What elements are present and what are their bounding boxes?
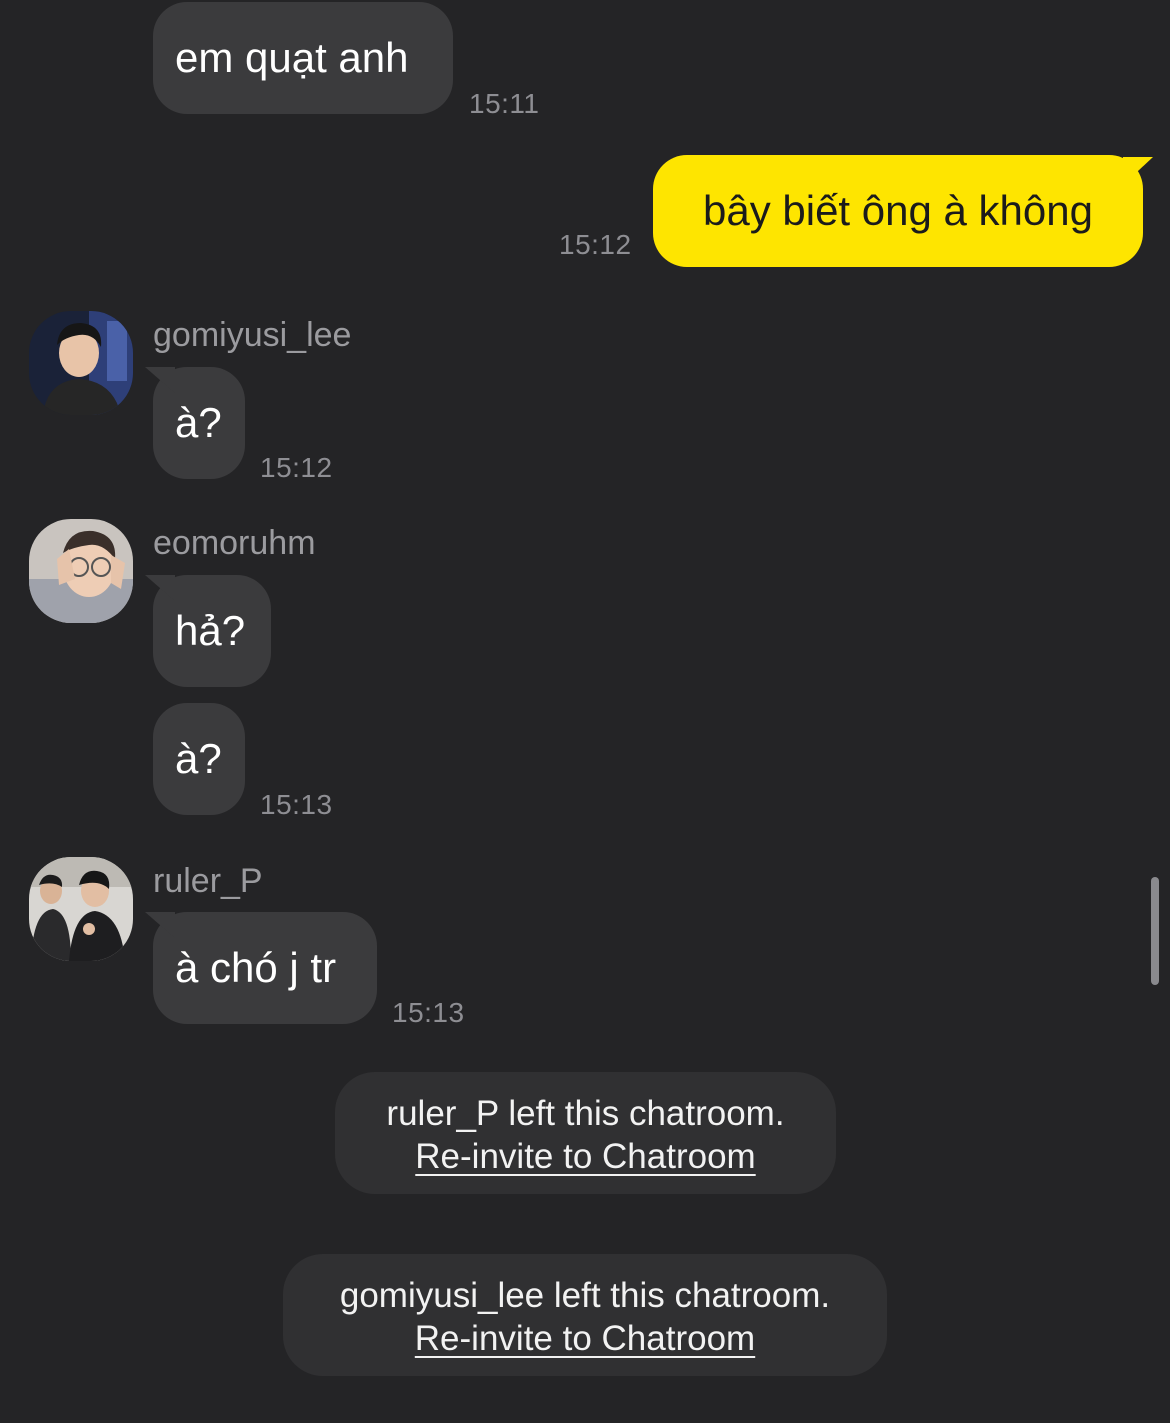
message-bubble[interactable]: à chó j tr — [153, 912, 377, 1024]
message-timestamp: 15:12 — [260, 452, 333, 483]
message-timestamp: 15:13 — [260, 789, 333, 820]
message-text: em quạt anh — [175, 34, 409, 81]
sender-name: ruler_P — [153, 862, 263, 900]
message-timestamp: 15:11 — [469, 88, 540, 119]
sender-name: gomiyusi_lee — [153, 316, 352, 354]
message-bubble[interactable]: à? — [153, 367, 245, 479]
message-text: à? — [175, 399, 222, 446]
reinvite-link[interactable]: Re-invite to Chatroom — [415, 1135, 755, 1178]
outgoing-message-bubble[interactable]: bây biết ông à không — [653, 155, 1143, 267]
message-timestamp: 15:12 — [559, 229, 632, 260]
message-bubble[interactable]: em quạt anh — [153, 2, 453, 114]
system-notice: ruler_P left this chatroom. Re-invite to… — [335, 1072, 836, 1194]
message-text: bây biết ông à không — [703, 187, 1093, 234]
message-bubble[interactable]: à? — [153, 703, 245, 815]
user-photo-icon — [29, 311, 133, 415]
user-photo-icon — [29, 857, 133, 961]
message-text: à? — [175, 735, 222, 782]
message-text: à chó j tr — [175, 944, 337, 991]
sender-name: eomoruhm — [153, 524, 316, 562]
avatar[interactable] — [29, 311, 133, 415]
message-bubble[interactable]: hả? — [153, 575, 271, 687]
notice-text: gomiyusi_lee left this chatroom. — [339, 1276, 831, 1315]
system-notice: gomiyusi_lee left this chatroom. Re-invi… — [283, 1254, 887, 1376]
user-photo-icon — [29, 519, 133, 623]
message-text: hả? — [175, 607, 246, 654]
reinvite-link[interactable]: Re-invite to Chatroom — [415, 1317, 755, 1360]
scrollbar[interactable] — [1151, 877, 1159, 985]
notice-text: ruler_P left this chatroom. — [386, 1094, 785, 1133]
avatar[interactable] — [29, 519, 133, 623]
message-timestamp: 15:13 — [392, 997, 465, 1028]
avatar[interactable] — [29, 857, 133, 961]
